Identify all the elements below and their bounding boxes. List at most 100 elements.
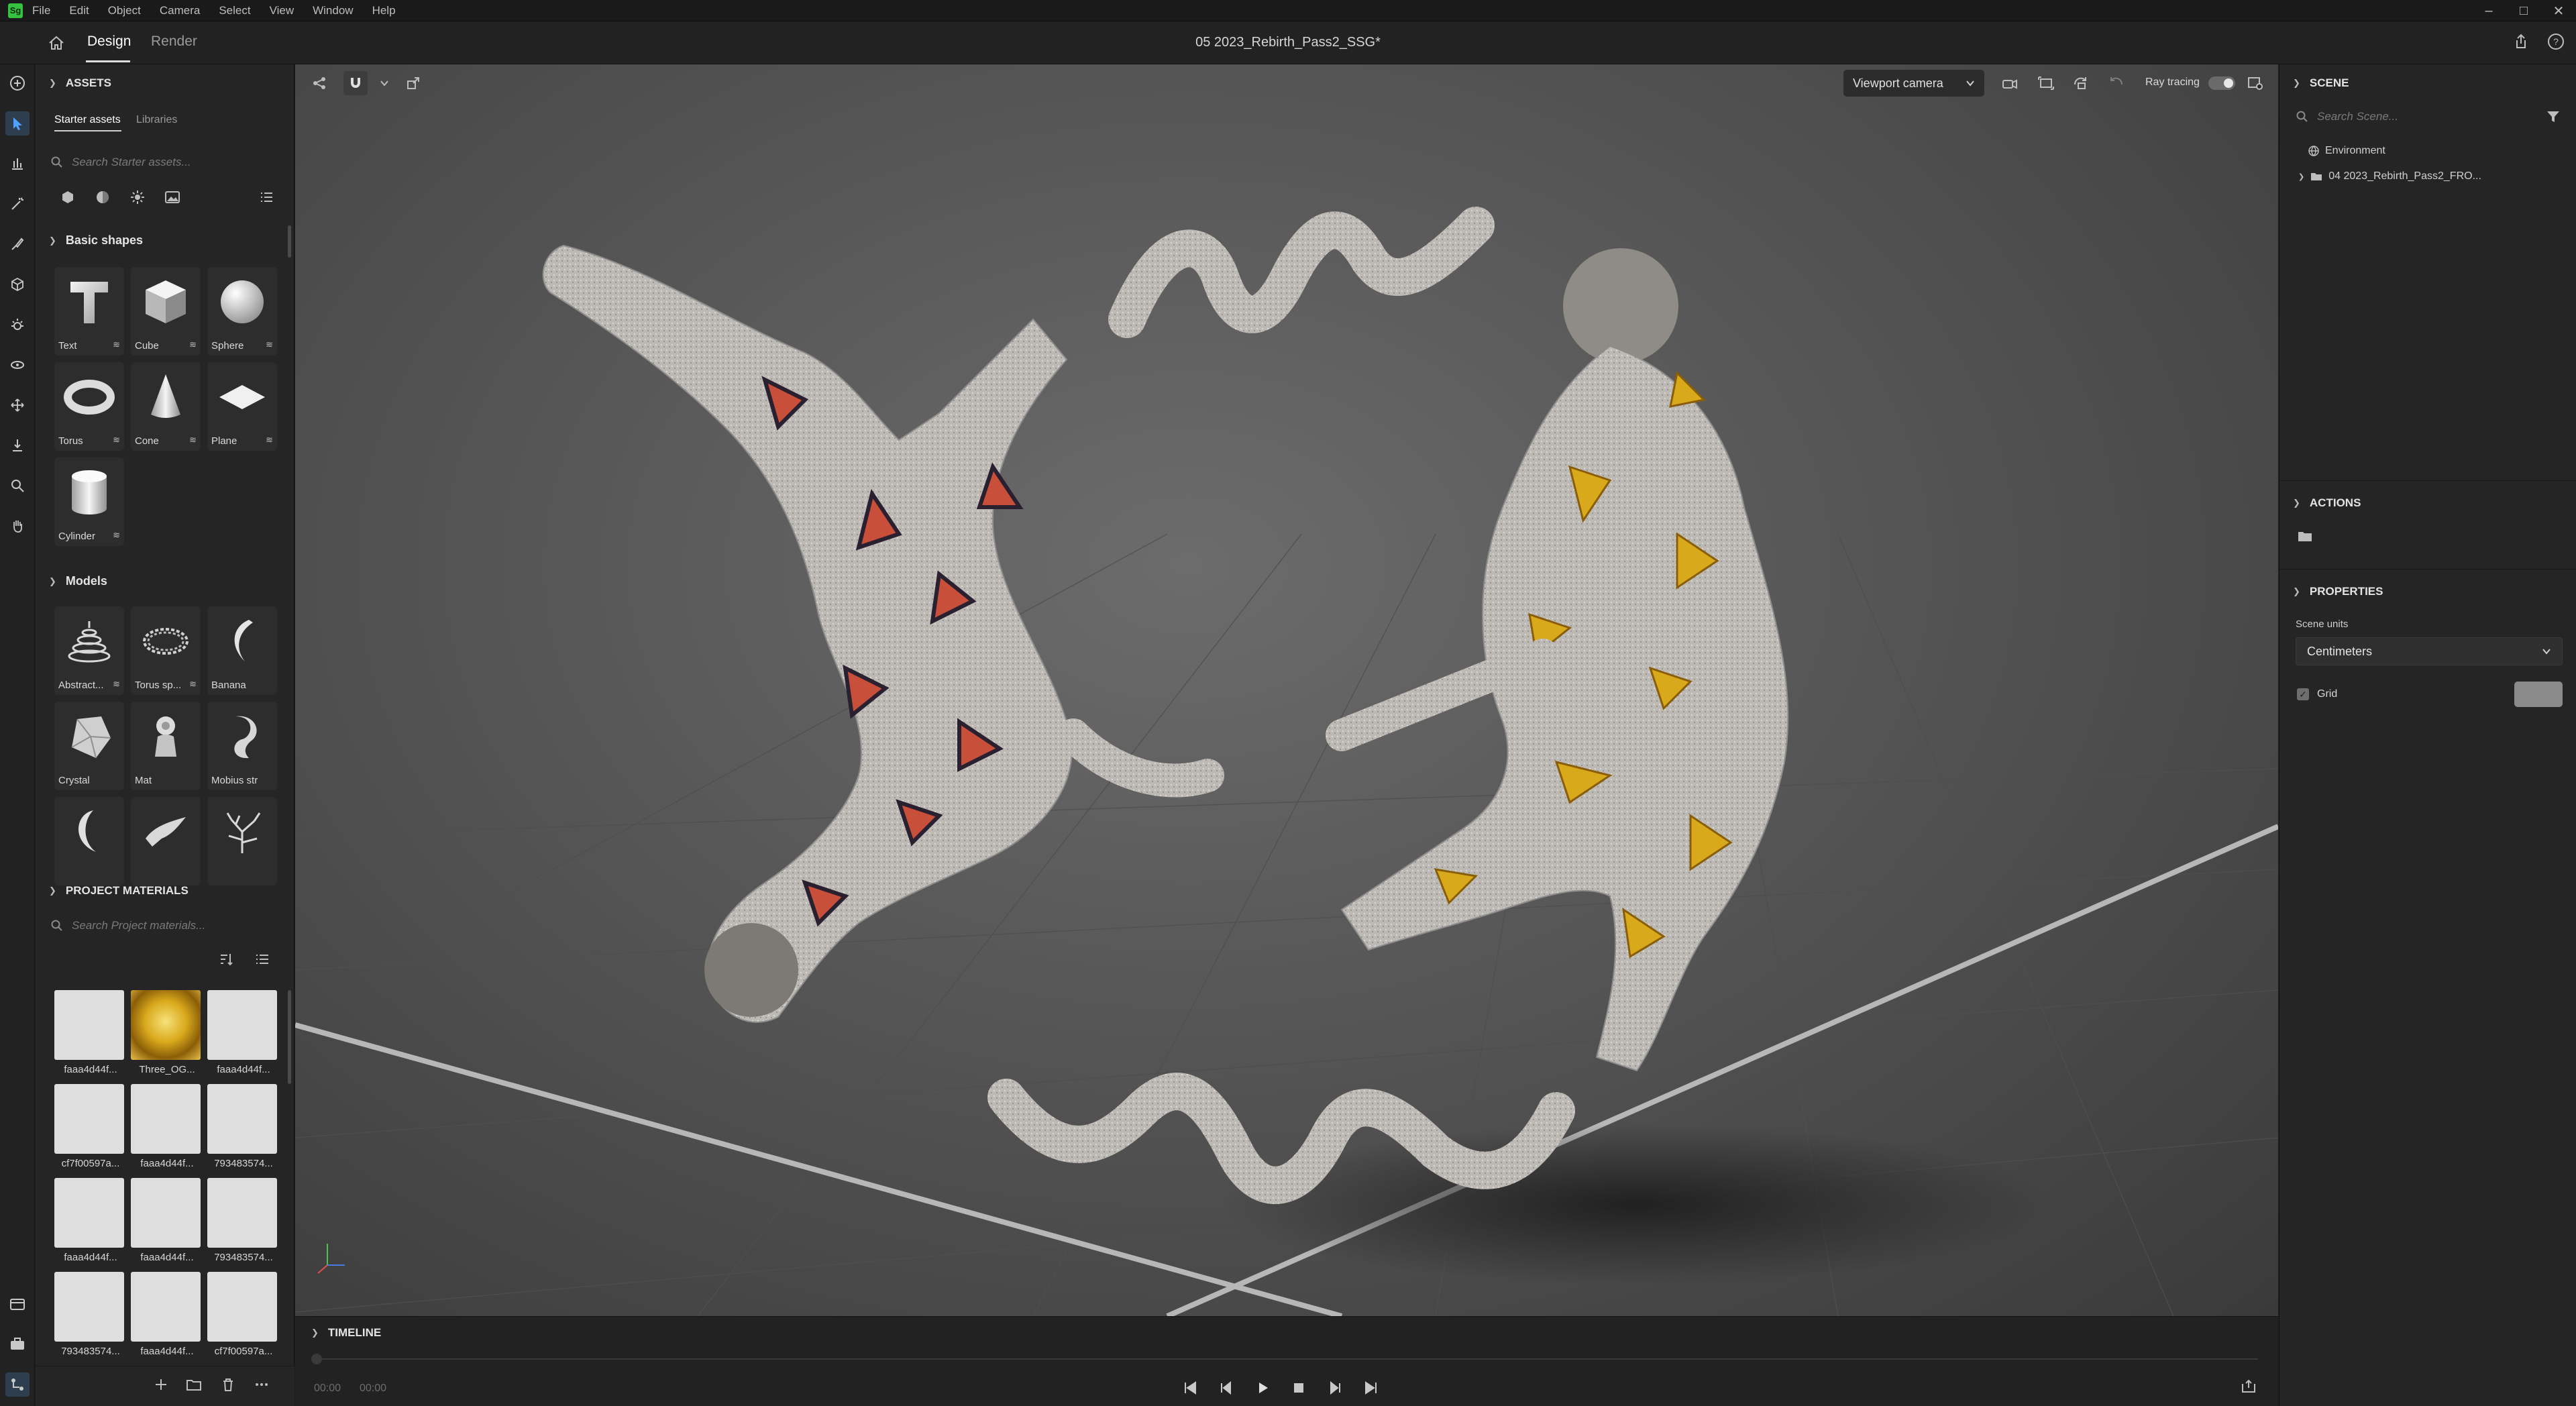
asset-tile-model-bird[interactable]	[131, 797, 201, 885]
assets-header[interactable]: ❯ ASSETS	[49, 76, 111, 90]
skip-to-end-icon[interactable]	[1360, 1377, 1382, 1399]
subtab-starter-assets[interactable]: Starter assets	[54, 114, 121, 126]
menu-edit[interactable]: Edit	[69, 4, 89, 17]
sort-icon[interactable]	[218, 951, 234, 967]
pan-tool-icon[interactable]	[5, 514, 30, 538]
menu-select[interactable]: Select	[219, 4, 250, 17]
camera-orbit-icon[interactable]	[2070, 72, 2092, 94]
filter-icon[interactable]	[2545, 109, 2561, 125]
step-back-icon[interactable]	[1216, 1377, 1237, 1399]
light-tool-icon[interactable]	[5, 313, 30, 337]
close-window-button[interactable]: ✕	[2541, 0, 2576, 21]
timeline-header[interactable]: ❯ TIMELINE	[311, 1326, 381, 1340]
asset-tile-abstract[interactable]: Abstract... ≋	[54, 606, 124, 695]
menu-view[interactable]: View	[270, 4, 294, 17]
stop-icon[interactable]	[1288, 1377, 1309, 1399]
asset-tile-torus[interactable]: Torus ≋	[54, 362, 124, 451]
materials-scrollbar[interactable]	[288, 990, 291, 1084]
play-icon[interactable]	[1252, 1377, 1273, 1399]
camera-select[interactable]: Viewport camera	[1843, 70, 1984, 97]
material-tile[interactable]: cf7f00597a...	[207, 1272, 277, 1360]
add-material-icon[interactable]	[154, 1377, 168, 1392]
actions-header[interactable]: ❯ ACTIONS	[2293, 496, 2361, 510]
material-tile[interactable]: faaa4d44f...	[54, 990, 124, 1079]
help-icon[interactable]: ?	[2546, 32, 2565, 51]
menu-window[interactable]: Window	[313, 4, 353, 17]
asset-tile-cube[interactable]: Cube ≋	[131, 267, 201, 356]
options-icon[interactable]: ≋	[113, 435, 120, 445]
project-materials-header[interactable]: ❯ PROJECT MATERIALS	[49, 884, 189, 898]
timeline-track[interactable]	[315, 1358, 2258, 1360]
models-header[interactable]: ❯ Models	[49, 574, 107, 588]
properties-header[interactable]: ❯ PROPERTIES	[2293, 585, 2383, 598]
menu-file[interactable]: File	[32, 4, 50, 17]
menu-object[interactable]: Object	[108, 4, 141, 17]
select-tool-icon[interactable]	[5, 111, 30, 136]
scene-search-input[interactable]	[2317, 110, 2491, 123]
asset-tile-cone[interactable]: Cone ≋	[131, 362, 201, 451]
asset-tile-sphere[interactable]: Sphere ≋	[207, 267, 277, 356]
assets-scrollbar[interactable]	[288, 225, 291, 258]
material-tile[interactable]: faaa4d44f...	[207, 990, 277, 1079]
drop-tool-icon[interactable]	[5, 433, 30, 457]
material-tile[interactable]: 793483574...	[54, 1272, 124, 1360]
more-icon[interactable]	[254, 1377, 269, 1392]
options-icon[interactable]: ≋	[266, 435, 273, 445]
scene-units-select[interactable]: Centimeters	[2296, 637, 2563, 665]
material-tile[interactable]: 793483574...	[207, 1178, 277, 1266]
scene-tree-group[interactable]: ❯ 04 2023_Rebirth_Pass2_FRO...	[2298, 170, 2481, 182]
menu-camera[interactable]: Camera	[160, 4, 200, 17]
magic-wand-icon[interactable]	[5, 192, 30, 216]
layers-icon[interactable]	[5, 1292, 30, 1316]
zoom-tool-icon[interactable]	[5, 474, 30, 498]
paint-tool-icon[interactable]	[5, 232, 30, 256]
material-tile[interactable]: faaa4d44f...	[131, 1178, 201, 1266]
add-tool-icon[interactable]	[5, 71, 30, 95]
skip-to-start-icon[interactable]	[1179, 1377, 1201, 1399]
material-tile[interactable]: 793483574...	[207, 1084, 277, 1173]
asset-tile-plane[interactable]: Plane ≋	[207, 362, 277, 451]
share-icon[interactable]	[2512, 32, 2530, 51]
transform-icon[interactable]	[401, 71, 425, 95]
list-view-icon[interactable]	[254, 951, 270, 967]
maximize-button[interactable]: □	[2506, 0, 2541, 21]
minimize-button[interactable]: –	[2471, 0, 2506, 21]
asset-tile-cylinder[interactable]: Cylinder ≋	[54, 457, 124, 546]
basic-shapes-header[interactable]: ❯ Basic shapes	[49, 233, 143, 248]
export-icon[interactable]	[2241, 1378, 2258, 1395]
scene-header[interactable]: ❯ SCENE	[2293, 76, 2349, 90]
grid-color-swatch[interactable]	[2514, 682, 2563, 707]
options-icon[interactable]: ≋	[189, 339, 197, 350]
align-tool-icon[interactable]	[5, 152, 30, 176]
material-tile[interactable]: faaa4d44f...	[131, 1272, 201, 1360]
asset-tile-mat[interactable]: Mat	[131, 702, 201, 790]
trash-icon[interactable]	[221, 1377, 235, 1392]
render-settings-icon[interactable]	[2245, 72, 2266, 94]
options-icon[interactable]: ≋	[189, 679, 197, 690]
viewport-3d[interactable]: Viewport camera Ray tracing	[295, 64, 2278, 1316]
graph-tool-icon[interactable]	[5, 1372, 30, 1397]
material-tile[interactable]: Three_OG...	[131, 990, 201, 1079]
images-filter-icon[interactable]	[160, 185, 184, 209]
menu-help[interactable]: Help	[372, 4, 396, 17]
camera-reset-icon[interactable]	[2105, 72, 2127, 94]
move-tool-icon[interactable]	[5, 393, 30, 417]
asset-tile-text[interactable]: Text ≋	[54, 267, 124, 356]
chevron-down-icon[interactable]	[380, 71, 389, 95]
timeline-playhead[interactable]	[311, 1354, 322, 1364]
step-forward-icon[interactable]	[1324, 1377, 1346, 1399]
briefcase-icon[interactable]	[5, 1332, 30, 1356]
asset-tile-crystal[interactable]: Crystal	[54, 702, 124, 790]
asset-tile-torus-spiral[interactable]: Torus sp... ≋	[131, 606, 201, 695]
asset-tile-model-crescent[interactable]	[54, 797, 124, 885]
scene-tree-environment[interactable]: Environment	[2308, 145, 2385, 157]
list-view-icon[interactable]	[254, 185, 278, 209]
lights-filter-icon[interactable]	[125, 185, 150, 209]
ray-tracing-toggle[interactable]	[2208, 76, 2235, 90]
asset-tile-banana[interactable]: Banana	[207, 606, 277, 695]
chevron-right-icon[interactable]: ❯	[2298, 172, 2304, 181]
materials-filter-icon[interactable]	[91, 185, 115, 209]
models-filter-icon[interactable]	[56, 185, 80, 209]
materials-search-input[interactable]	[72, 919, 246, 932]
camera-bookmark-icon[interactable]	[1999, 72, 2021, 94]
